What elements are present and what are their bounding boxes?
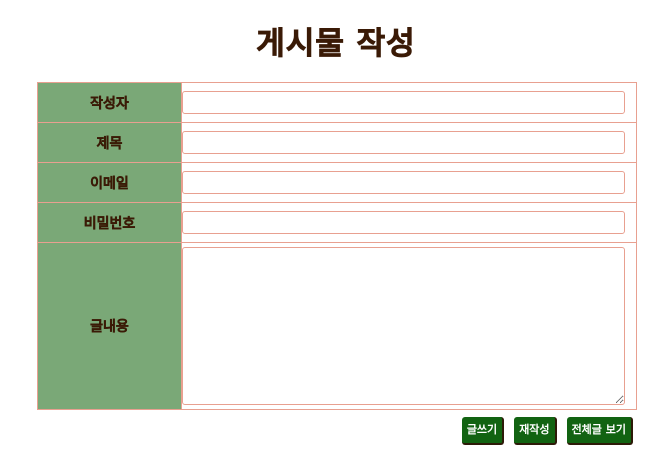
email-label: 이메일 — [37, 162, 182, 203]
password-input[interactable] — [182, 211, 625, 234]
reset-button[interactable]: 재작성 — [514, 417, 557, 445]
form-row-content: 글내용 — [37, 242, 637, 410]
content-cell — [181, 242, 637, 410]
form-row-password: 비밀번호 — [37, 202, 637, 243]
password-label: 비밀번호 — [37, 202, 182, 243]
content-textarea[interactable] — [182, 247, 625, 405]
write-button[interactable]: 글쓰기 — [461, 417, 505, 445]
content-label: 글내용 — [37, 242, 182, 410]
subject-label: 제목 — [37, 122, 182, 163]
author-input[interactable] — [182, 91, 625, 114]
form-row-author: 작성자 — [37, 82, 637, 123]
email-cell — [181, 162, 637, 203]
post-form-table: 작성자 제목 이메일 비밀번호 글내용 — [37, 82, 637, 410]
list-all-button[interactable]: 전체글 보기 — [566, 417, 633, 445]
button-row: 글쓰기 재작성 전체글 보기 — [461, 417, 633, 445]
author-label: 작성자 — [37, 82, 182, 123]
subject-cell — [181, 122, 637, 163]
password-cell — [181, 202, 637, 243]
form-row-email: 이메일 — [37, 162, 637, 203]
author-cell — [181, 82, 637, 123]
form-row-subject: 제목 — [37, 122, 637, 163]
page-title: 게시물 작성 — [256, 26, 416, 63]
subject-input[interactable] — [182, 131, 625, 154]
email-input[interactable] — [182, 171, 625, 194]
